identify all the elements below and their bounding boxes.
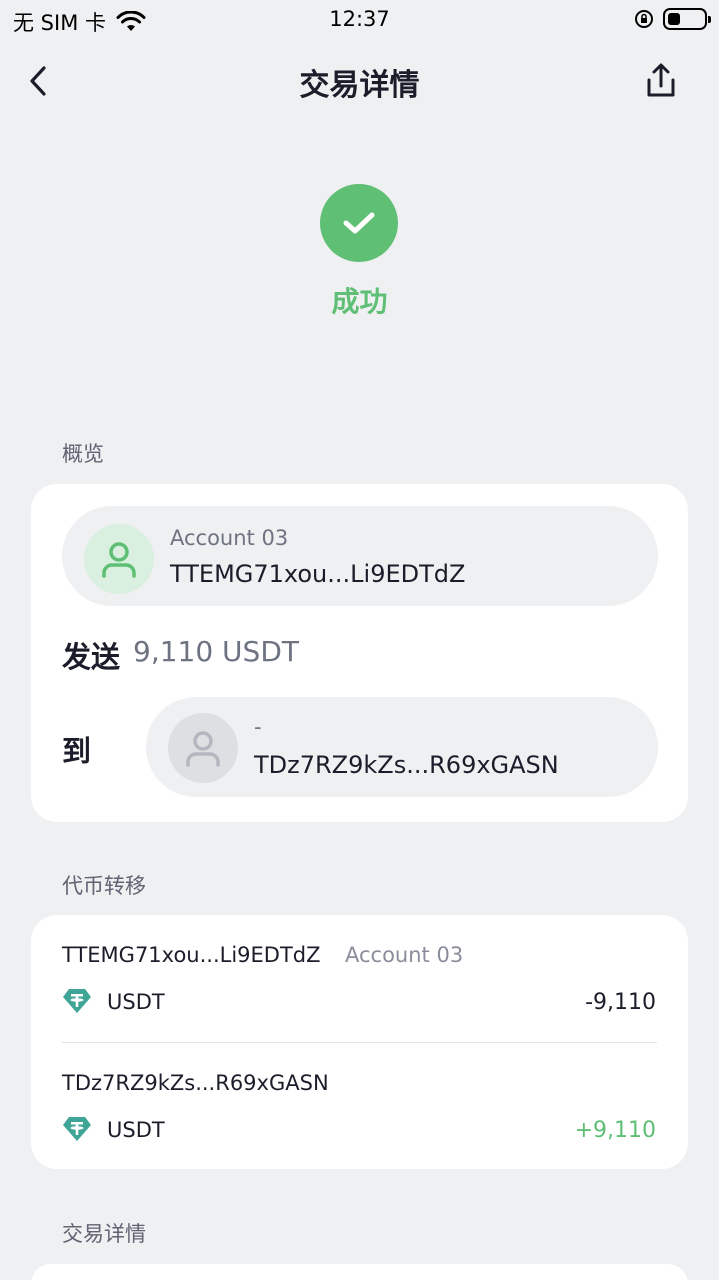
to-account-name: -: [254, 715, 262, 739]
page-title: 交易详情: [299, 68, 420, 103]
clock: 12:37: [329, 7, 390, 31]
checkmark-icon: [343, 212, 375, 234]
status-bar: 无 SIM 卡 12:37: [0, 0, 719, 40]
from-account-name: Account 03: [170, 526, 289, 550]
rotation-lock-icon: [635, 10, 653, 28]
transfer-from-address: TTEMG71xou...Li9EDTdZ: [62, 943, 321, 967]
from-account-pill[interactable]: Account 03 TTEMG71xou...Li9EDTdZ: [62, 506, 658, 606]
user-icon: [186, 731, 220, 767]
to-label: 到: [62, 734, 92, 768]
tether-icon: [63, 1117, 91, 1141]
from-address: TTEMG71xou...Li9EDTdZ: [170, 560, 466, 588]
to-address: TDz7RZ9kZs...R69xGASN: [254, 751, 559, 779]
transfer-from-account: Account 03: [345, 943, 464, 967]
to-avatar: [168, 713, 238, 783]
transfer-token-name: USDT: [107, 990, 165, 1014]
from-avatar: [84, 524, 154, 594]
overview-card: Account 03 TTEMG71xou...Li9EDTdZ 发送 9,11…: [31, 484, 688, 822]
share-icon[interactable]: [641, 60, 681, 102]
battery-icon: [663, 8, 711, 30]
send-amount: 9,110 USDT: [133, 635, 299, 668]
nav-bar: 交易详情: [0, 52, 719, 110]
status-indicators: [633, 8, 711, 30]
status-label: 成功: [331, 285, 388, 318]
transfer-token-name: USDT: [107, 1118, 165, 1142]
to-account-pill[interactable]: - TDz7RZ9kZs...R69xGASN: [146, 697, 658, 797]
success-check-icon: [320, 184, 398, 262]
tether-icon: [63, 989, 91, 1013]
token-transfers-section-title: 代币转移: [62, 874, 146, 898]
transfer-amount-in: +9,110: [574, 1118, 656, 1143]
transfer-amount-out: -9,110: [585, 990, 656, 1015]
token-transfers-card: TTEMG71xou...Li9EDTdZ Account 03 USDT -9…: [31, 915, 688, 1169]
overview-section-title: 概览: [62, 442, 104, 466]
transfer-to-address: TDz7RZ9kZs...R69xGASN: [62, 1071, 329, 1095]
user-icon: [102, 542, 136, 578]
divider: [62, 1042, 657, 1043]
details-card: [31, 1264, 688, 1280]
details-section-title: 交易详情: [62, 1222, 146, 1246]
send-label: 发送: [62, 640, 121, 674]
